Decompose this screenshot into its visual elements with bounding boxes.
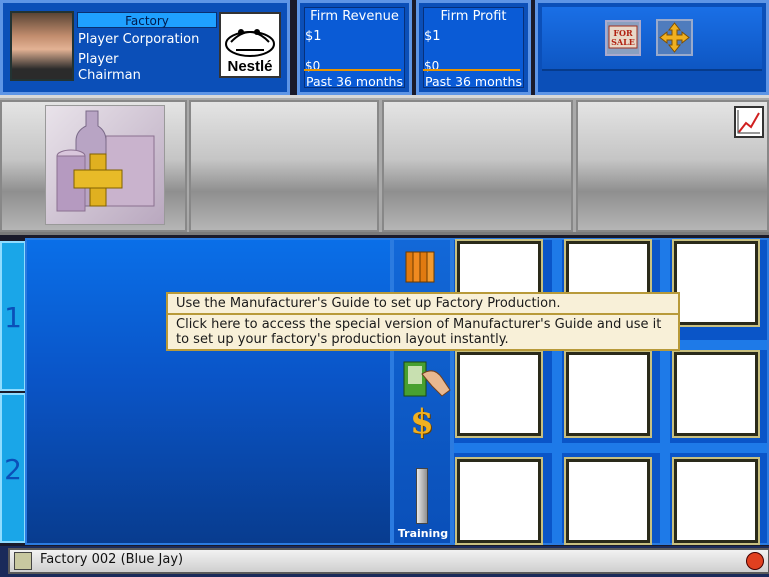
player-name: Player bbox=[78, 52, 119, 67]
shelf-slot-3[interactable] bbox=[382, 100, 573, 232]
training-slider[interactable] bbox=[416, 468, 428, 524]
new-product-icon bbox=[56, 110, 155, 212]
brand-logo-text: Nestlé bbox=[227, 58, 273, 75]
guide-tooltip: Use the Manufacturer's Guide to set up F… bbox=[166, 292, 680, 351]
layout-slot-6[interactable] bbox=[674, 352, 758, 436]
metric-title: Firm Profit bbox=[440, 9, 507, 24]
dollar-icon: $ bbox=[410, 402, 434, 442]
nest-bird-icon bbox=[225, 29, 275, 57]
tab-1-label: 1 bbox=[4, 301, 22, 334]
control-panel bbox=[535, 0, 769, 95]
brand-logo[interactable]: Nestlé bbox=[219, 12, 281, 78]
layout-slot-8[interactable] bbox=[566, 459, 650, 543]
status-bar: Factory 002 (Blue Jay) bbox=[0, 546, 769, 577]
close-firm-icon[interactable] bbox=[746, 552, 764, 570]
main-content-area bbox=[25, 238, 392, 545]
metric-sparkline bbox=[423, 69, 520, 71]
tab-2-label: 2 bbox=[4, 453, 22, 486]
grid-road bbox=[454, 443, 767, 453]
svg-text:SALE: SALE bbox=[611, 37, 635, 47]
firm-profit-panel[interactable]: Firm Profit $1 $0 Past 36 months bbox=[416, 0, 531, 95]
chart-button[interactable] bbox=[734, 106, 764, 138]
player-title: Chairman bbox=[78, 68, 141, 83]
tooltip-body: Click here to access the special version… bbox=[168, 313, 678, 349]
guide-book-hand-icon bbox=[403, 361, 451, 397]
layout-slot-4[interactable] bbox=[457, 352, 541, 436]
metric-value: $1 bbox=[424, 29, 441, 44]
section-label: Factory bbox=[77, 12, 217, 28]
layout-slot-9[interactable] bbox=[674, 459, 758, 543]
metric-period: Past 36 months bbox=[306, 74, 403, 89]
tab-2[interactable]: 2 bbox=[0, 393, 26, 543]
shelf-slot-2[interactable] bbox=[189, 100, 379, 232]
company-name: Player Corporation bbox=[78, 32, 200, 47]
finance-button[interactable]: $ bbox=[404, 402, 440, 442]
tab-1[interactable]: 1 bbox=[0, 241, 26, 391]
manufacturers-guide-button[interactable] bbox=[402, 246, 442, 286]
layout-slot-5[interactable] bbox=[566, 352, 650, 436]
grid-road bbox=[552, 240, 562, 543]
for-sale-button[interactable]: FOR SALE bbox=[605, 20, 641, 56]
new-product-image[interactable] bbox=[45, 105, 165, 225]
metric-title: Firm Revenue bbox=[310, 9, 399, 24]
layout-slot-3[interactable] bbox=[674, 241, 758, 325]
training-label: Training bbox=[397, 527, 449, 540]
layout-slot-7[interactable] bbox=[457, 459, 541, 543]
grid-road bbox=[660, 240, 670, 543]
metric-sparkline bbox=[304, 69, 401, 71]
move-button[interactable] bbox=[656, 19, 693, 56]
books-icon bbox=[405, 251, 435, 283]
tooltip-title: Use the Manufacturer's Guide to set up F… bbox=[176, 296, 561, 311]
metric-value: $1 bbox=[305, 29, 322, 44]
factory-name: Factory 002 (Blue Jay) bbox=[40, 552, 184, 567]
quick-setup-guide-button[interactable] bbox=[402, 356, 454, 400]
for-sale-sign-icon: FOR SALE bbox=[608, 25, 638, 49]
firm-revenue-panel[interactable]: Firm Revenue $1 $0 Past 36 months bbox=[297, 0, 412, 95]
metric-period: Past 36 months bbox=[425, 74, 522, 89]
move-arrows-icon bbox=[659, 22, 690, 53]
rename-edit-icon[interactable] bbox=[14, 552, 32, 570]
line-chart-icon bbox=[737, 110, 760, 134]
player-portrait bbox=[10, 11, 74, 81]
